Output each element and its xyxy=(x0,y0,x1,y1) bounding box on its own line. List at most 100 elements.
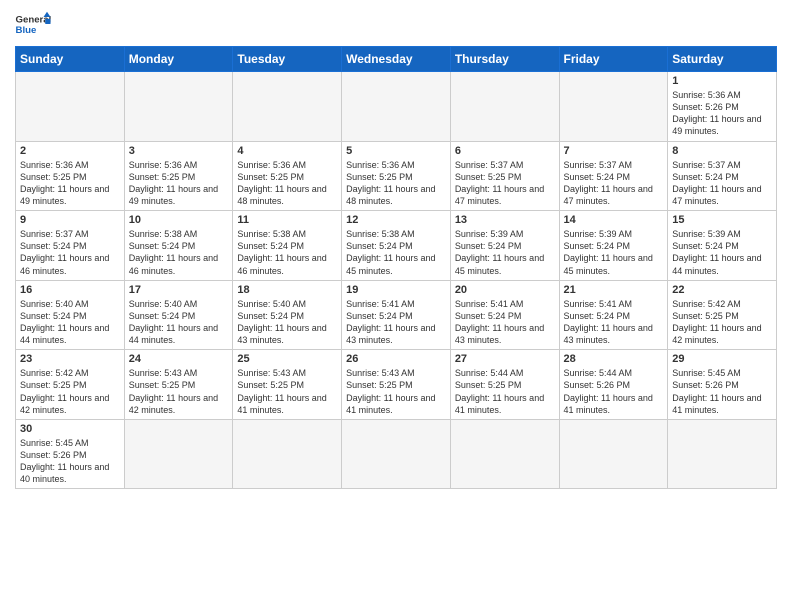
day-number: 2 xyxy=(20,145,120,157)
day-sun-info: Sunrise: 5:40 AM Sunset: 5:24 PM Dayligh… xyxy=(129,298,229,347)
day-sun-info: Sunrise: 5:43 AM Sunset: 5:25 PM Dayligh… xyxy=(346,367,446,416)
calendar-cell xyxy=(233,419,342,489)
day-sun-info: Sunrise: 5:44 AM Sunset: 5:26 PM Dayligh… xyxy=(564,367,664,416)
calendar-week-row: 9Sunrise: 5:37 AM Sunset: 5:24 PM Daylig… xyxy=(16,211,777,281)
svg-text:Blue: Blue xyxy=(16,25,37,36)
day-number: 29 xyxy=(672,353,772,365)
calendar-table: Sunday Monday Tuesday Wednesday Thursday… xyxy=(15,46,777,489)
day-sun-info: Sunrise: 5:38 AM Sunset: 5:24 PM Dayligh… xyxy=(346,228,446,277)
header-wednesday: Wednesday xyxy=(342,47,451,72)
day-number: 18 xyxy=(237,284,337,296)
day-sun-info: Sunrise: 5:37 AM Sunset: 5:24 PM Dayligh… xyxy=(672,159,772,208)
day-sun-info: Sunrise: 5:40 AM Sunset: 5:24 PM Dayligh… xyxy=(20,298,120,347)
calendar-cell: 22 Sunrise: 5:42 AM Sunset: 5:25 PM Dayli… xyxy=(668,280,777,350)
calendar-cell: 24 Sunrise: 5:43 AM Sunset: 5:25 PM Dayli… xyxy=(124,350,233,420)
calendar-cell: 6 Sunrise: 5:37 AM Sunset: 5:25 PM Daylig… xyxy=(450,141,559,211)
calendar-cell: 14 Sunrise: 5:39 AM Sunset: 5:24 PM Dayli… xyxy=(559,211,668,281)
day-number: 6 xyxy=(455,145,555,157)
day-sun-info: Sunrise: 5:45 AM Sunset: 5:26 PM Dayligh… xyxy=(20,437,120,486)
header-area: General Blue xyxy=(15,10,777,38)
calendar-cell: 17Sunrise: 5:40 AM Sunset: 5:24 PM Dayli… xyxy=(124,280,233,350)
calendar-cell: 4Sunrise: 5:36 AM Sunset: 5:25 PM Daylig… xyxy=(233,141,342,211)
calendar-cell: 26 Sunrise: 5:43 AM Sunset: 5:25 PM Dayli… xyxy=(342,350,451,420)
calendar-week-row: 23 Sunrise: 5:42 AM Sunset: 5:25 PM Dayli… xyxy=(16,350,777,420)
calendar-cell: 13 Sunrise: 5:39 AM Sunset: 5:24 PM Dayli… xyxy=(450,211,559,281)
calendar-cell xyxy=(668,419,777,489)
day-sun-info: Sunrise: 5:36 AM Sunset: 5:25 PM Dayligh… xyxy=(129,159,229,208)
day-sun-info: Sunrise: 5:39 AM Sunset: 5:24 PM Dayligh… xyxy=(564,228,664,277)
day-sun-info: Sunrise: 5:40 AM Sunset: 5:24 PM Dayligh… xyxy=(237,298,337,347)
day-sun-info: Sunrise: 5:44 AM Sunset: 5:25 PM Dayligh… xyxy=(455,367,555,416)
calendar-week-row: 30 Sunrise: 5:45 AM Sunset: 5:26 PM Dayli… xyxy=(16,419,777,489)
calendar-cell: 1 Sunrise: 5:36 AM Sunset: 5:26 PM Daylig… xyxy=(668,72,777,142)
day-sun-info: Sunrise: 5:38 AM Sunset: 5:24 PM Dayligh… xyxy=(237,228,337,277)
calendar-cell: 28 Sunrise: 5:44 AM Sunset: 5:26 PM Dayli… xyxy=(559,350,668,420)
calendar-week-row: 2 Sunrise: 5:36 AM Sunset: 5:25 PM Daylig… xyxy=(16,141,777,211)
day-number: 1 xyxy=(672,75,772,87)
calendar-cell: 27Sunrise: 5:44 AM Sunset: 5:25 PM Dayli… xyxy=(450,350,559,420)
calendar-cell: 30 Sunrise: 5:45 AM Sunset: 5:26 PM Dayli… xyxy=(16,419,125,489)
day-number: 25 xyxy=(237,353,337,365)
calendar-cell: 25Sunrise: 5:43 AM Sunset: 5:25 PM Dayli… xyxy=(233,350,342,420)
calendar-cell: 8 Sunrise: 5:37 AM Sunset: 5:24 PM Daylig… xyxy=(668,141,777,211)
calendar-cell xyxy=(124,72,233,142)
calendar-cell: 16 Sunrise: 5:40 AM Sunset: 5:24 PM Dayli… xyxy=(16,280,125,350)
day-number: 14 xyxy=(564,214,664,226)
day-number: 22 xyxy=(672,284,772,296)
day-number: 28 xyxy=(564,353,664,365)
logo: General Blue xyxy=(15,10,51,38)
header-monday: Monday xyxy=(124,47,233,72)
day-number: 30 xyxy=(20,423,120,435)
day-sun-info: Sunrise: 5:41 AM Sunset: 5:24 PM Dayligh… xyxy=(346,298,446,347)
day-number: 23 xyxy=(20,353,120,365)
day-sun-info: Sunrise: 5:36 AM Sunset: 5:26 PM Dayligh… xyxy=(672,89,772,138)
day-number: 11 xyxy=(237,214,337,226)
calendar-cell: 29 Sunrise: 5:45 AM Sunset: 5:26 PM Dayli… xyxy=(668,350,777,420)
header-saturday: Saturday xyxy=(668,47,777,72)
calendar-cell xyxy=(450,419,559,489)
day-sun-info: Sunrise: 5:37 AM Sunset: 5:24 PM Dayligh… xyxy=(564,159,664,208)
day-number: 15 xyxy=(672,214,772,226)
day-number: 13 xyxy=(455,214,555,226)
day-number: 24 xyxy=(129,353,229,365)
day-number: 5 xyxy=(346,145,446,157)
day-sun-info: Sunrise: 5:41 AM Sunset: 5:24 PM Dayligh… xyxy=(564,298,664,347)
calendar-cell xyxy=(342,72,451,142)
day-sun-info: Sunrise: 5:36 AM Sunset: 5:25 PM Dayligh… xyxy=(346,159,446,208)
day-sun-info: Sunrise: 5:45 AM Sunset: 5:26 PM Dayligh… xyxy=(672,367,772,416)
calendar-cell: 20 Sunrise: 5:41 AM Sunset: 5:24 PM Dayli… xyxy=(450,280,559,350)
calendar-cell: 19 Sunrise: 5:41 AM Sunset: 5:24 PM Dayli… xyxy=(342,280,451,350)
day-number: 19 xyxy=(346,284,446,296)
calendar-cell: 18 Sunrise: 5:40 AM Sunset: 5:24 PM Dayli… xyxy=(233,280,342,350)
day-sun-info: Sunrise: 5:37 AM Sunset: 5:24 PM Dayligh… xyxy=(20,228,120,277)
header-tuesday: Tuesday xyxy=(233,47,342,72)
day-sun-info: Sunrise: 5:41 AM Sunset: 5:24 PM Dayligh… xyxy=(455,298,555,347)
day-sun-info: Sunrise: 5:42 AM Sunset: 5:25 PM Dayligh… xyxy=(20,367,120,416)
day-number: 26 xyxy=(346,353,446,365)
day-sun-info: Sunrise: 5:42 AM Sunset: 5:25 PM Dayligh… xyxy=(672,298,772,347)
day-sun-info: Sunrise: 5:37 AM Sunset: 5:25 PM Dayligh… xyxy=(455,159,555,208)
day-sun-info: Sunrise: 5:38 AM Sunset: 5:24 PM Dayligh… xyxy=(129,228,229,277)
header-friday: Friday xyxy=(559,47,668,72)
day-number: 8 xyxy=(672,145,772,157)
header-thursday: Thursday xyxy=(450,47,559,72)
calendar-cell: 15Sunrise: 5:39 AM Sunset: 5:24 PM Dayli… xyxy=(668,211,777,281)
day-number: 16 xyxy=(20,284,120,296)
calendar-cell: 23 Sunrise: 5:42 AM Sunset: 5:25 PM Dayli… xyxy=(16,350,125,420)
calendar-cell: 21Sunrise: 5:41 AM Sunset: 5:24 PM Dayli… xyxy=(559,280,668,350)
calendar-cell: 2Sunrise: 5:36 AM Sunset: 5:25 PM Daylig… xyxy=(16,141,125,211)
weekday-header-row: Sunday Monday Tuesday Wednesday Thursday… xyxy=(16,47,777,72)
logo-icon: General Blue xyxy=(15,10,51,38)
calendar-cell: 9Sunrise: 5:37 AM Sunset: 5:24 PM Daylig… xyxy=(16,211,125,281)
calendar-cell: 5 Sunrise: 5:36 AM Sunset: 5:25 PM Daylig… xyxy=(342,141,451,211)
day-sun-info: Sunrise: 5:36 AM Sunset: 5:25 PM Dayligh… xyxy=(237,159,337,208)
calendar-week-row: 1 Sunrise: 5:36 AM Sunset: 5:26 PM Daylig… xyxy=(16,72,777,142)
calendar-week-row: 16 Sunrise: 5:40 AM Sunset: 5:24 PM Dayli… xyxy=(16,280,777,350)
calendar-cell: 10Sunrise: 5:38 AM Sunset: 5:24 PM Dayli… xyxy=(124,211,233,281)
calendar-cell xyxy=(342,419,451,489)
calendar-cell xyxy=(233,72,342,142)
day-number: 20 xyxy=(455,284,555,296)
day-sun-info: Sunrise: 5:39 AM Sunset: 5:24 PM Dayligh… xyxy=(455,228,555,277)
calendar-cell xyxy=(124,419,233,489)
day-sun-info: Sunrise: 5:43 AM Sunset: 5:25 PM Dayligh… xyxy=(129,367,229,416)
